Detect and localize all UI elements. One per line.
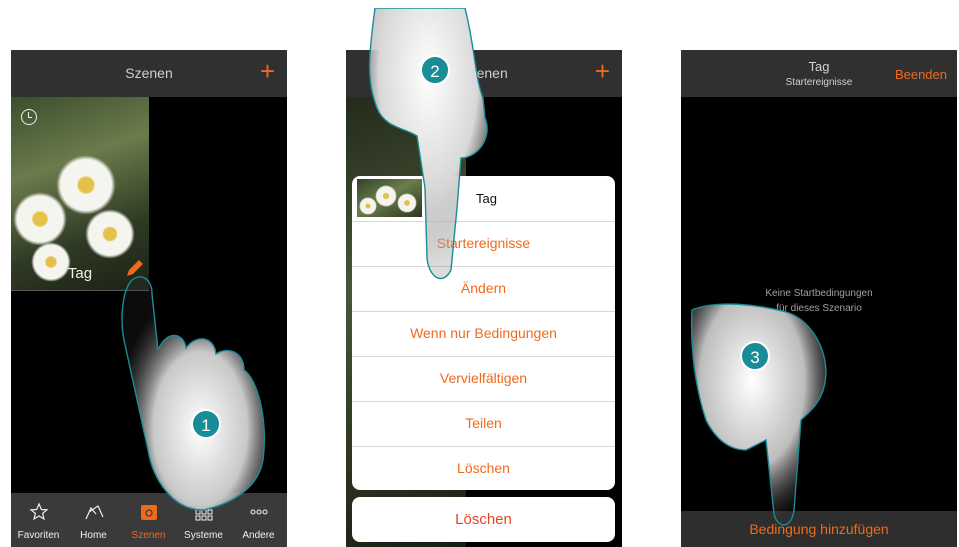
option-duplicate[interactable]: Vervielfältigen xyxy=(352,356,615,402)
tab-home[interactable]: Home xyxy=(66,493,121,547)
pointing-hand-icon xyxy=(690,303,827,526)
pointing-hand-icon xyxy=(368,8,488,280)
header-bar: Szenen + xyxy=(11,50,287,97)
step-1-badge: 1 xyxy=(191,409,221,439)
house-icon xyxy=(85,505,104,520)
plus-icon[interactable]: + xyxy=(595,58,610,84)
tab-favorites[interactable]: Favoriten xyxy=(11,493,66,547)
cancel-button[interactable]: Löschen xyxy=(352,497,615,542)
step-2-badge: 2 xyxy=(420,55,450,85)
option-delete[interactable]: Löschen xyxy=(352,446,615,490)
clock-icon xyxy=(21,109,37,125)
header-bar: Tag Startereignisse Beenden xyxy=(681,50,957,97)
finish-button[interactable]: Beenden xyxy=(895,67,947,82)
option-conditions-only[interactable]: Wenn nur Bedingungen xyxy=(352,311,615,357)
page-title: Szenen xyxy=(125,65,173,81)
step-3-badge: 3 xyxy=(740,341,770,371)
star-icon xyxy=(29,502,49,521)
plus-icon[interactable]: + xyxy=(260,58,275,84)
option-share[interactable]: Teilen xyxy=(352,401,615,447)
